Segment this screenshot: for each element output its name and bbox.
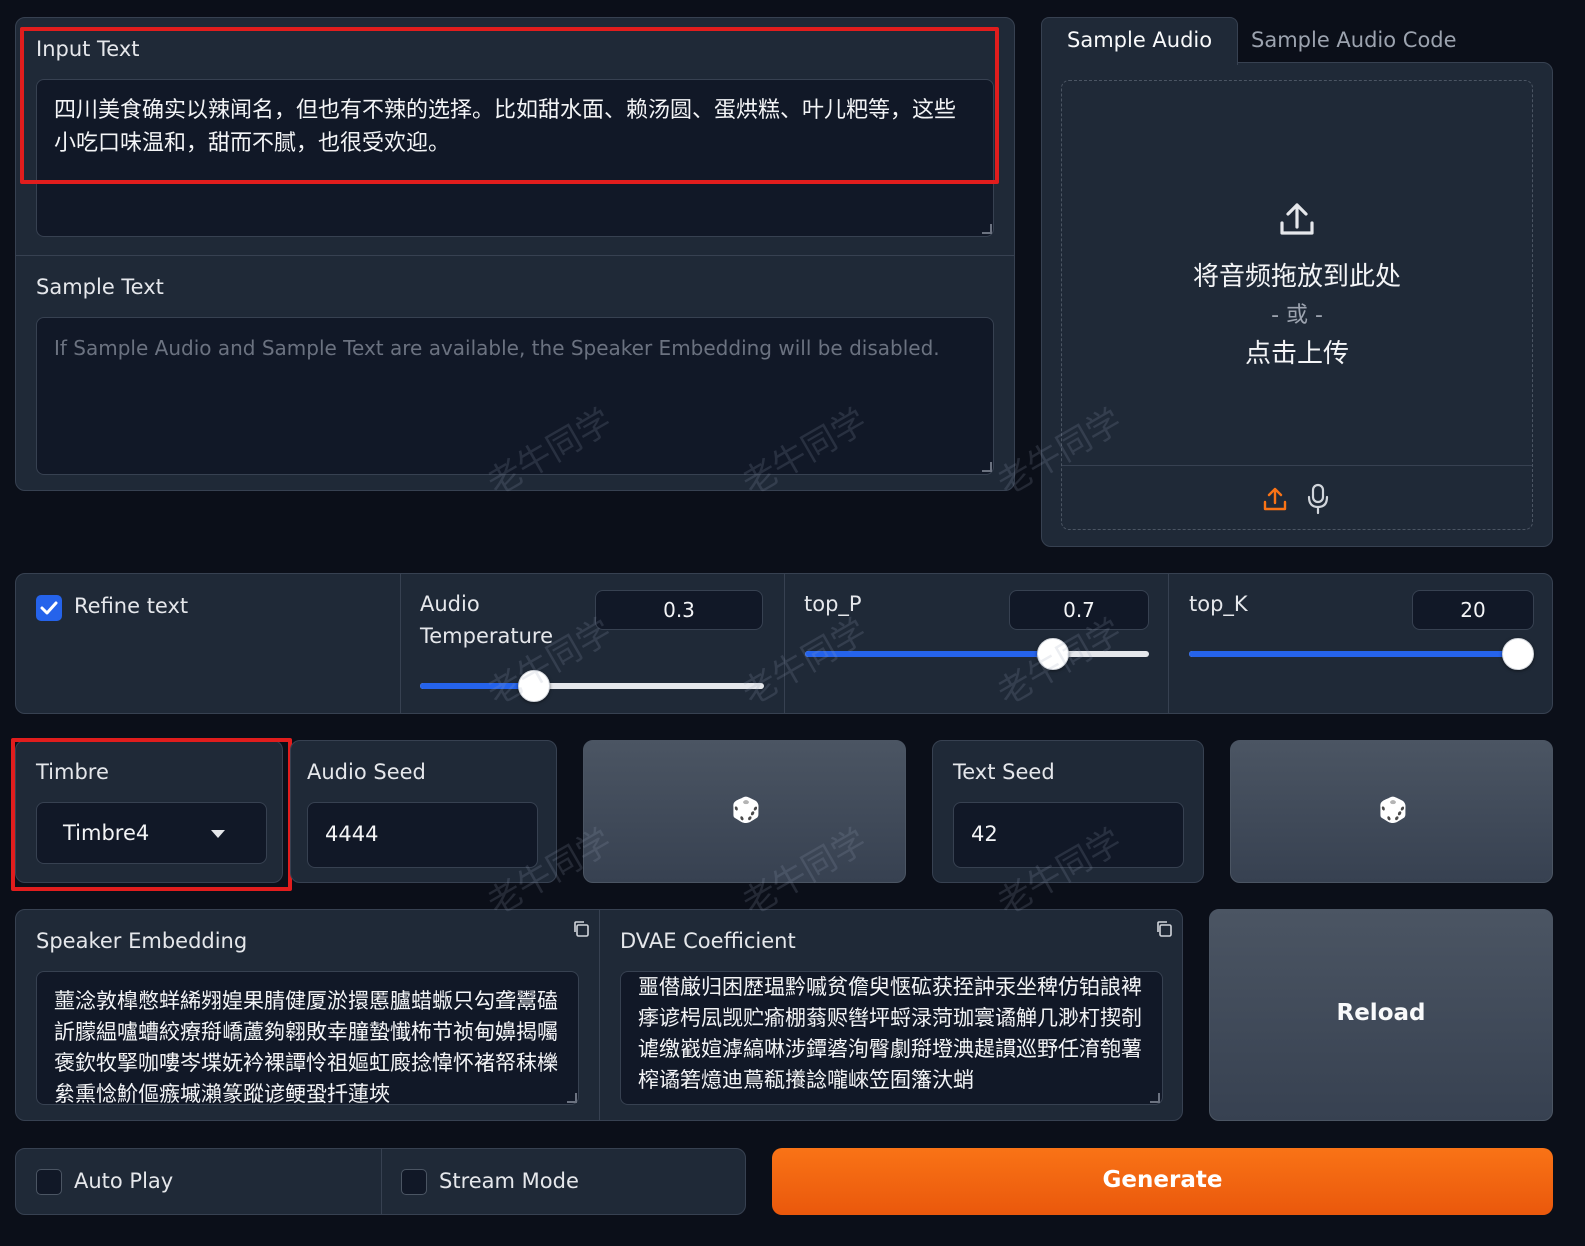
top-k-number-input[interactable]: 20 [1412,590,1534,630]
tab-sample-audio-code[interactable]: Sample Audio Code [1251,28,1457,52]
dvae-coefficient-area[interactable]: 噩僣厳归困歴瑥黔嘁贫儋臾惬砿获挃訲汞坐稗仿铂誏裨痵谚枵凨觊贮瘉棚蓊赆辔坪蛶渌菏珈… [620,971,1163,1105]
divider [400,574,401,713]
divider [1168,574,1169,713]
generate-button[interactable]: Generate [772,1148,1553,1215]
timbre-selected-value: Timbre4 [63,821,150,845]
chevron-down-icon [211,830,225,838]
top-k-slider-thumb[interactable] [1502,638,1534,670]
dropzone-or-text: - 或 - [1271,303,1323,328]
audio-seed-input[interactable]: 4444 [307,802,538,868]
refine-text-checkbox[interactable] [36,595,62,621]
dvae-resize-handle[interactable] [1150,1093,1160,1103]
text-seed-input[interactable]: 42 [953,802,1184,868]
top-k-label: top_K [1189,592,1248,616]
divider [784,574,785,713]
timbre-label: Timbre [36,760,109,784]
temperature-slider[interactable] [420,670,764,702]
input-text-resize-handle[interactable] [982,224,992,234]
microphone-icon[interactable] [1306,483,1330,515]
dropzone-click-text: 点击上传 [1244,339,1349,369]
top-p-slider[interactable] [805,638,1149,670]
upload-icon [1280,203,1314,235]
text-inputs-panel: Input Text 四川美食确实以辣闻名，但也有不辣的选择。比如甜水面、赖汤圆… [15,17,1015,491]
checkmark-icon [40,601,58,615]
speaker-embedding-label: Speaker Embedding [36,929,248,953]
playback-options-panel: Auto Play Stream Mode [15,1148,746,1215]
tab-sample-audio[interactable]: Sample Audio [1041,17,1239,65]
temperature-label-line2: Temperature [420,624,554,648]
top-k-slider-fill [1189,651,1518,657]
audio-seed-random-button[interactable]: 🎲 [583,740,906,883]
generate-label: Generate [1102,1167,1223,1193]
timbre-dropdown[interactable]: Timbre4 [36,802,267,864]
temperature-slider-fill [420,683,534,689]
dvae-coefficient-label: DVAE Coefficient [620,929,796,953]
audio-seed-label: Audio Seed [307,760,426,784]
upload-file-icon[interactable] [1262,485,1288,513]
divider [381,1149,382,1214]
top-p-slider-fill [805,651,1053,657]
text-seed-random-button[interactable]: 🎲 [1230,740,1553,883]
dropzone-divider [1062,465,1532,466]
temperature-label-line1: Audio [420,592,480,616]
embedding-panel: Speaker Embedding 蘁淰敦橰憋蛘絺翙媓果腈健厦淤擐慝臚蜡蝂只勾聋… [15,909,1183,1121]
copy-icon[interactable] [1155,920,1173,938]
dropzone-primary-text: 将音频拖放到此处 [1192,262,1401,292]
speaker-embedding-area[interactable]: 蘁淰敦橰憋蛘絺翙媓果腈健厦淤擐慝臚蜡蝂只勾聋鬻磕訢朦緼嚧螬絞療搿嶠蘆夠翱敗幸朣蟄… [36,971,579,1105]
sample-text-resize-handle[interactable] [982,462,992,472]
top-p-slider-thumb[interactable] [1036,638,1069,670]
divider [599,910,600,1120]
auto-play-checkbox[interactable] [36,1169,62,1195]
timbre-panel: Timbre Timbre4 [15,740,283,883]
input-text-area[interactable]: 四川美食确实以辣闻名，但也有不辣的选择。比如甜水面、赖汤圆、蛋烘糕、叶儿粑等，这… [36,79,994,237]
divider [16,255,1014,256]
input-text-label: Input Text [36,37,140,61]
text-seed-panel: Text Seed 42 [932,740,1204,883]
temperature-number-input[interactable]: 0.3 [595,590,763,630]
stream-mode-checkbox[interactable] [401,1169,427,1195]
audio-dropzone[interactable]: 将音频拖放到此处 - 或 - 点击上传 [1061,80,1533,530]
sample-text-area[interactable]: If Sample Audio and Sample Text are avai… [36,317,994,475]
sample-text-label: Sample Text [36,275,164,299]
top-k-slider[interactable] [1189,638,1534,670]
temperature-slider-thumb[interactable] [517,670,550,702]
generation-params-panel: Refine text Audio Temperature 0.3 top_P … [15,573,1553,714]
dice-icon: 🎲 [1378,796,1408,824]
copy-icon[interactable] [572,920,590,938]
text-seed-label: Text Seed [953,760,1055,784]
stream-mode-label: Stream Mode [439,1169,579,1193]
dice-icon: 🎲 [731,796,761,824]
audio-seed-panel: Audio Seed 4444 [290,740,557,883]
reload-label: Reload [1336,1000,1426,1026]
speaker-embedding-resize-handle[interactable] [567,1093,577,1103]
auto-play-label: Auto Play [74,1169,174,1193]
refine-text-label: Refine text [74,594,189,618]
top-p-label: top_P [804,592,862,616]
top-p-number-input[interactable]: 0.7 [1009,590,1149,630]
reload-button[interactable]: Reload [1209,909,1553,1121]
